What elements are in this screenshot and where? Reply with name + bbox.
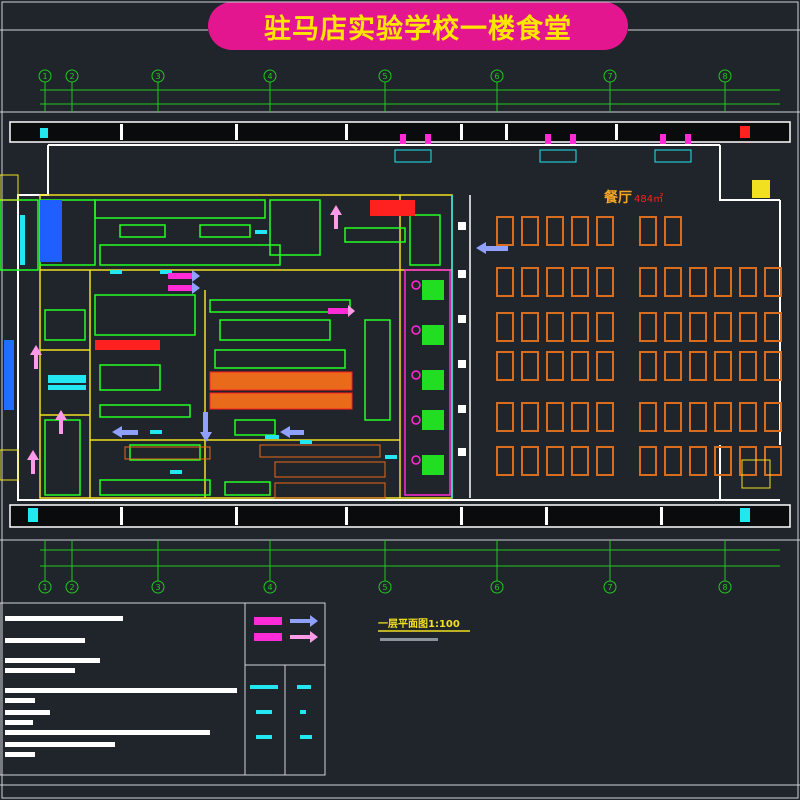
dining-table <box>664 267 682 297</box>
dining-table <box>714 312 732 342</box>
axis-label: 6 <box>494 583 499 592</box>
dining-table <box>496 312 514 342</box>
cad-floor-plan: 驻马店实验学校一楼食堂 餐厅 484㎡ 1 1 2 2 3 3 4 4 5 5 … <box>0 0 800 800</box>
serving-stations <box>422 280 444 475</box>
dining-table <box>496 216 514 246</box>
blue-cold-storage <box>40 200 62 262</box>
dining-table <box>764 402 782 432</box>
dining-table <box>689 446 707 476</box>
dining-table <box>689 267 707 297</box>
dining-table <box>571 402 589 432</box>
dining-table <box>639 312 657 342</box>
top-dimension-lines <box>0 89 800 113</box>
floor-plan-drawing: 餐厅 484㎡ 1 1 2 2 3 3 4 4 5 5 6 6 7 7 8 8 一层平面图1:100 <box>0 1 800 799</box>
dining-table <box>571 216 589 246</box>
hand-sinks <box>458 222 466 456</box>
dining-table <box>714 402 732 432</box>
dining-table <box>546 351 564 381</box>
dining-table <box>714 351 732 381</box>
dining-table <box>714 446 732 476</box>
dining-table <box>639 446 657 476</box>
south-wall <box>9 504 791 528</box>
stairs <box>0 174 771 489</box>
dining-table <box>521 351 539 381</box>
dining-table <box>546 402 564 432</box>
dining-table <box>496 402 514 432</box>
dining-table <box>639 216 657 246</box>
dining-table <box>596 267 614 297</box>
dining-table <box>664 312 682 342</box>
dining-table <box>689 402 707 432</box>
dining-table <box>764 446 782 476</box>
dining-table <box>596 351 614 381</box>
dining-table <box>714 267 732 297</box>
axis-label: 3 <box>155 583 160 592</box>
axis-label: 3 <box>155 72 160 81</box>
dining-table <box>521 446 539 476</box>
dining-table <box>546 267 564 297</box>
dining-table <box>664 351 682 381</box>
dining-table <box>596 312 614 342</box>
dining-table <box>496 267 514 297</box>
dining-table <box>639 351 657 381</box>
dining-table <box>521 402 539 432</box>
axis-label: 4 <box>267 72 272 81</box>
dining-table <box>739 402 757 432</box>
dining-table <box>596 216 614 246</box>
dining-table <box>664 402 682 432</box>
dining-hall-label: 餐厅 <box>603 189 632 206</box>
axis-label: 4 <box>267 583 272 592</box>
axis-label: 1 <box>42 583 47 592</box>
dining-table <box>546 446 564 476</box>
axis-label: 2 <box>69 72 74 81</box>
cyan-details <box>4 215 397 474</box>
dining-area-label: 484㎡ <box>634 193 663 205</box>
dining-table <box>764 267 782 297</box>
dining-table <box>739 267 757 297</box>
dining-table <box>546 216 564 246</box>
dining-table <box>596 446 614 476</box>
dining-table <box>596 402 614 432</box>
dining-table <box>571 446 589 476</box>
axis-label: 6 <box>494 72 499 81</box>
dining-table <box>689 351 707 381</box>
axis-label: 7 <box>607 72 612 81</box>
legend-text-bars <box>5 616 237 757</box>
axis-label: 5 <box>382 583 387 592</box>
dining-table <box>546 312 564 342</box>
dining-table <box>571 267 589 297</box>
dining-table <box>639 267 657 297</box>
dining-table <box>571 312 589 342</box>
dining-table <box>496 351 514 381</box>
axis-label: 8 <box>722 583 727 592</box>
dining-table <box>496 446 514 476</box>
dining-table <box>689 312 707 342</box>
axis-label: 5 <box>382 72 387 81</box>
dining-table <box>521 267 539 297</box>
legend-symbols <box>250 615 318 739</box>
axis-label: 2 <box>69 583 74 592</box>
dining-table <box>764 312 782 342</box>
plan-title: 一层平面图1:100 <box>378 618 460 630</box>
dining-table <box>739 351 757 381</box>
dining-table <box>521 216 539 246</box>
dining-table <box>664 446 682 476</box>
dining-table <box>521 312 539 342</box>
axis-label: 1 <box>42 72 47 81</box>
dining-table <box>764 351 782 381</box>
dining-table <box>571 351 589 381</box>
dining-tables <box>496 216 782 476</box>
axis-label: 7 <box>607 583 612 592</box>
dining-table <box>664 216 682 246</box>
bottom-dimension-lines <box>0 539 800 567</box>
dining-table <box>639 402 657 432</box>
axis-label: 8 <box>722 72 727 81</box>
kitchen-equipment <box>0 199 441 496</box>
dining-table <box>739 312 757 342</box>
